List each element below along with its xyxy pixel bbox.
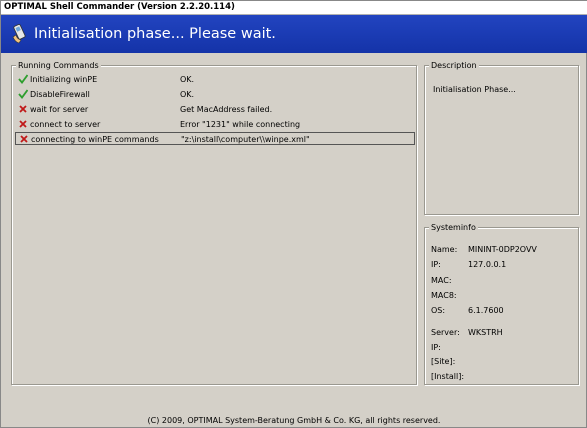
sysinfo-name-value: MININT-0DP2OVV (468, 245, 537, 254)
main-window: OPTIMAL Shell Commander (Version 2.2.20.… (0, 0, 587, 428)
command-name: Initializing winPE (30, 75, 98, 84)
banner-message: Initialisation phase... Please wait. (34, 26, 276, 42)
command-status: OK. (180, 75, 195, 84)
command-row[interactable]: DisableFirewall OK. (15, 88, 415, 101)
description-text: Initialisation Phase... (433, 85, 516, 94)
error-x-icon (20, 135, 28, 143)
phone-icon (12, 24, 26, 44)
command-name: connecting to winPE commands (31, 135, 159, 144)
command-row-selected[interactable]: connecting to winPE commands "z:\install… (15, 132, 415, 145)
sysinfo-ip-value: 127.0.0.1 (468, 260, 507, 269)
sysinfo-install-label: [Install]: (431, 372, 465, 381)
check-icon (18, 89, 28, 99)
error-x-icon (19, 120, 27, 128)
sysinfo-mac-label: MAC: (431, 276, 452, 285)
sysinfo-os-value: 6.1.7600 (468, 306, 504, 315)
check-icon (18, 74, 28, 84)
description-group: Description Initialisation Phase... (424, 60, 579, 215)
sysinfo-site-label: [Site]: (431, 357, 456, 366)
error-x-icon (19, 105, 27, 113)
sysinfo-server-ip-label: IP: (431, 343, 441, 352)
command-name: DisableFirewall (30, 90, 90, 99)
command-name: wait for server (30, 105, 89, 114)
running-commands-group: Running Commands Initializing winPE OK. … (11, 60, 417, 385)
sysinfo-server-label: Server: (431, 328, 460, 337)
running-commands-legend: Running Commands (16, 60, 101, 71)
sysinfo-server-value: WKSTRH (468, 328, 503, 337)
command-row[interactable]: wait for server Get MacAddress failed. (15, 103, 415, 116)
window-title: OPTIMAL Shell Commander (Version 2.2.20.… (1, 1, 587, 15)
systeminfo-legend: Systeminfo (429, 222, 478, 233)
sysinfo-name-label: Name: (431, 245, 458, 254)
sysinfo-mac8-label: MAC8: (431, 291, 457, 300)
command-row[interactable]: connect to server Error "1231" while con… (15, 118, 415, 131)
command-status: "z:\install\computer\\winpe.xml" (181, 135, 310, 144)
sysinfo-ip-label: IP: (431, 260, 441, 269)
description-legend: Description (429, 60, 479, 71)
command-status: Get MacAddress failed. (180, 105, 273, 114)
command-status: Error "1231" while connecting (180, 120, 301, 129)
sysinfo-os-label: OS: (431, 306, 446, 315)
command-status: OK. (180, 90, 195, 99)
systeminfo-group: Systeminfo Name: MININT-0DP2OVV IP: 127.… (424, 222, 579, 385)
command-row[interactable]: Initializing winPE OK. (15, 73, 415, 86)
command-name: connect to server (30, 120, 101, 129)
status-banner: Initialisation phase... Please wait. (1, 15, 587, 53)
copyright-footer: (C) 2009, OPTIMAL System-Beratung GmbH &… (147, 416, 441, 425)
